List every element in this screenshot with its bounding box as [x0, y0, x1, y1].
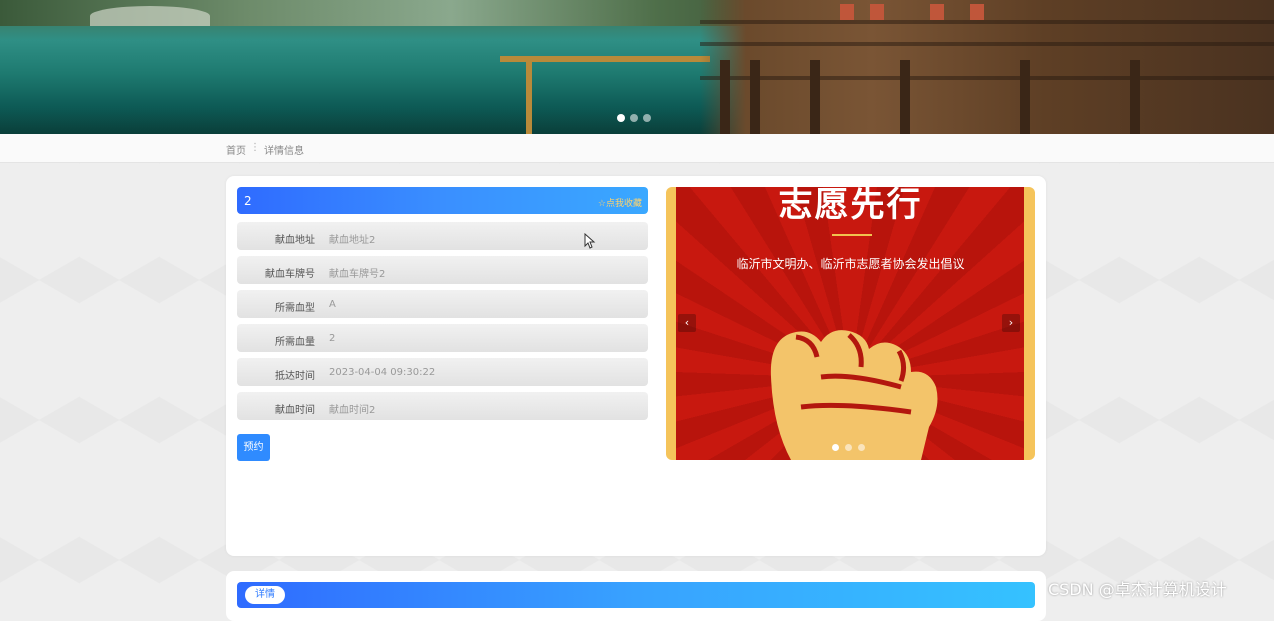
breadcrumb-home-link[interactable]: 首页	[226, 142, 246, 157]
carousel-dot[interactable]	[858, 444, 865, 451]
detail-tab-bar: 详情	[237, 582, 1035, 608]
breadcrumb-separator: ⋮	[250, 142, 260, 153]
field-row: 献血时间 献血时间2	[237, 392, 648, 420]
field-label: 献血时间	[275, 405, 315, 416]
carousel-dot[interactable]	[845, 444, 852, 451]
banner-railing-post	[526, 56, 532, 134]
banner-carousel-dots	[617, 114, 651, 124]
chevron-right-icon[interactable]: ›	[1002, 314, 1020, 332]
detail-title: 2	[244, 194, 252, 208]
field-value: 献血时间2	[329, 405, 376, 416]
raised-fist-icon	[770, 330, 938, 460]
field-label: 所需血量	[275, 337, 315, 348]
field-row: 献血车牌号 献血车牌号2	[237, 256, 648, 284]
field-label: 献血车牌号	[265, 269, 315, 280]
tab-detail[interactable]: 详情	[245, 586, 285, 604]
detail-card: 2 ☆点我收藏 献血地址 献血地址2 献血车牌号 献血车牌号2 所需血型 A 所…	[226, 176, 1046, 556]
field-row: 所需血量 2	[237, 324, 648, 352]
carousel-dot[interactable]	[832, 444, 839, 451]
breadcrumb-current: 详情信息	[264, 146, 304, 157]
banner-boathouse	[700, 0, 1274, 134]
carousel-dot[interactable]	[643, 114, 651, 122]
field-value: 献血车牌号2	[329, 269, 386, 280]
poster-divider	[832, 234, 872, 236]
field-label: 献血地址	[275, 235, 315, 246]
carousel-dot[interactable]	[617, 114, 625, 122]
banner-shore	[90, 6, 210, 26]
field-label: 抵达时间	[275, 371, 315, 382]
detail-title-bar: 2 ☆点我收藏	[237, 187, 648, 214]
field-value: A	[329, 299, 336, 310]
chevron-left-icon[interactable]: ‹	[678, 314, 696, 332]
mouse-pointer-icon	[584, 233, 596, 249]
field-value: 2	[329, 333, 336, 344]
detail-content-card: 详情	[226, 571, 1046, 621]
breadcrumb: 首页 ⋮ 详情信息	[0, 134, 1274, 163]
field-label: 所需血型	[275, 303, 315, 314]
poster-subtitle: 临沂市文明办、临沂市志愿者协会发出倡议	[736, 257, 965, 271]
watermark: CSDN @卓杰计算机设计	[1048, 580, 1227, 599]
book-button[interactable]: 预约	[237, 434, 270, 461]
field-value: 献血地址2	[329, 235, 376, 246]
field-value: 2023-04-04 09:30:22	[329, 367, 436, 378]
carousel-dot[interactable]	[630, 114, 638, 122]
poster-carousel-dots	[832, 444, 865, 451]
favorite-button[interactable]: ☆点我收藏	[598, 196, 642, 209]
field-row: 抵达时间 2023-04-04 09:30:22	[237, 358, 648, 386]
hero-banner-carousel[interactable]	[0, 0, 1274, 134]
field-row: 所需血型 A	[237, 290, 648, 318]
poster-carousel[interactable]: 志愿先行 临沂市文明办、临沂市志愿者协会发出倡议 ‹ ›	[666, 187, 1035, 460]
poster-headline: 志愿先行	[778, 187, 923, 225]
